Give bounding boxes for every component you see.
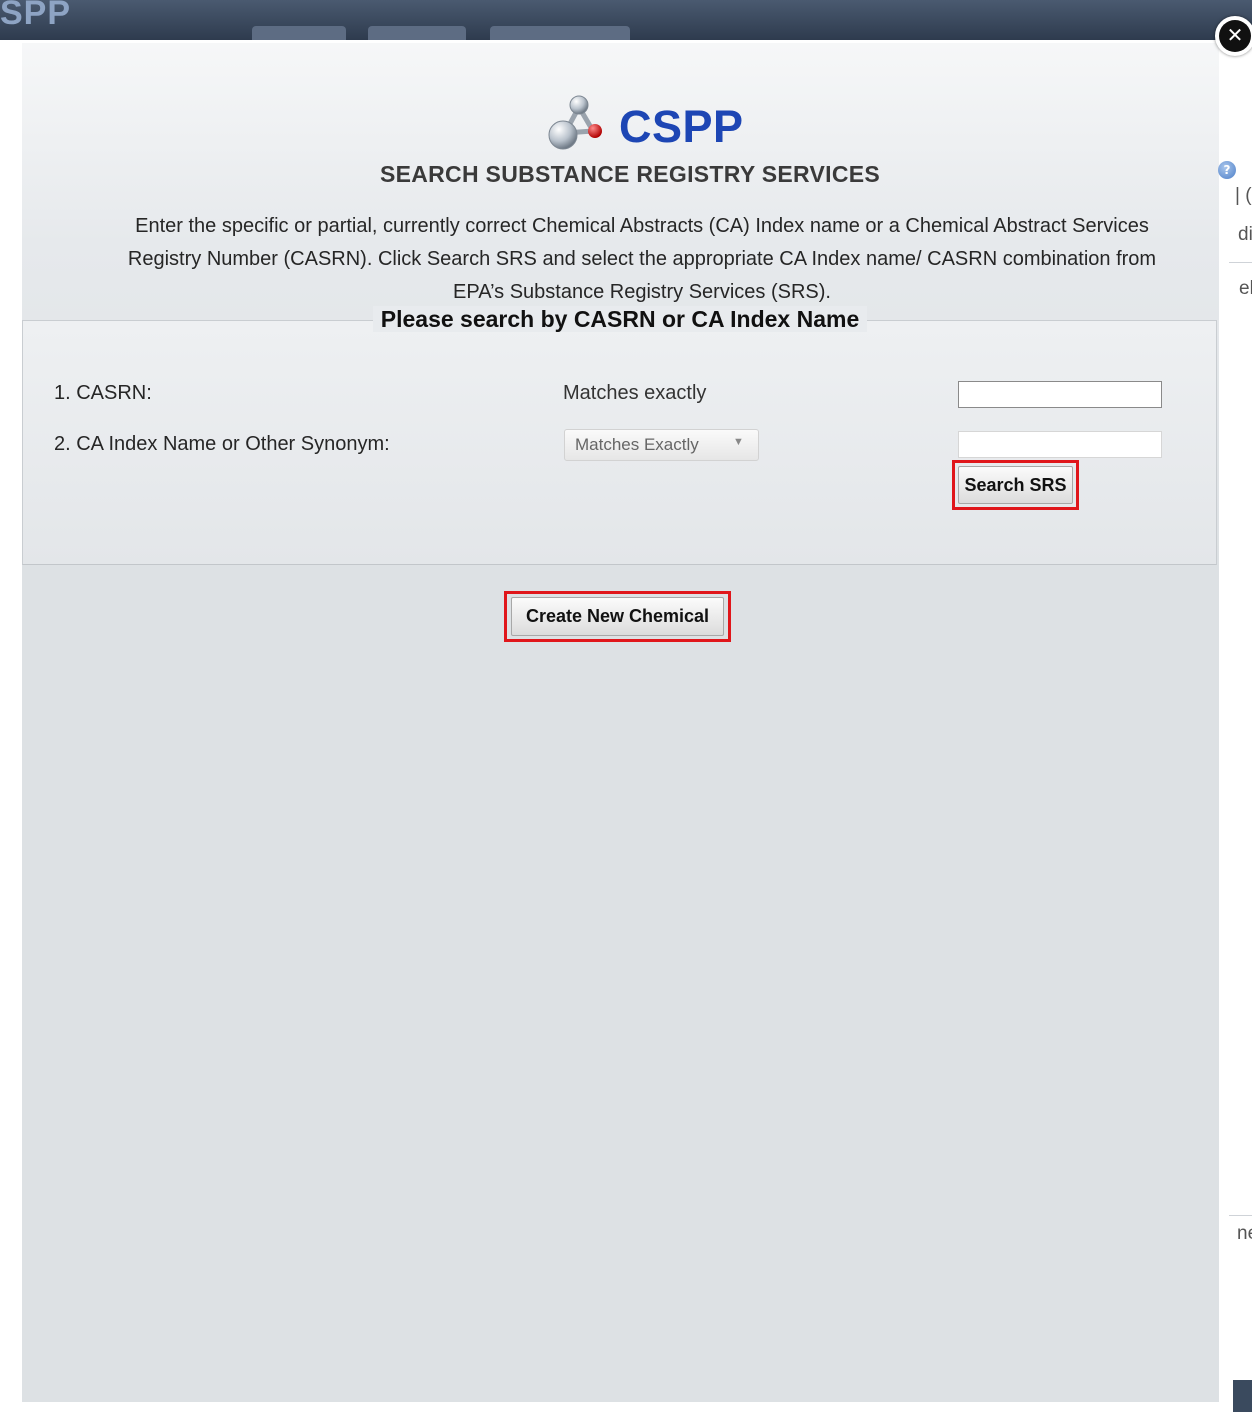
background-page-edge: | ( di el ne	[1219, 40, 1252, 1412]
search-srs-dialog: CSPP SEARCH SUBSTANCE REGISTRY SERVICES …	[22, 43, 1236, 1402]
close-dialog-button[interactable]: ✕	[1215, 16, 1252, 56]
dialog-title: SEARCH SUBSTANCE REGISTRY SERVICES	[379, 161, 881, 187]
help-question-icon[interactable]: ?	[1218, 161, 1236, 179]
create-new-chemical-button[interactable]: Create New Chemical	[511, 597, 724, 636]
instructions-line: Enter the specific or partial, currently…	[135, 215, 1149, 237]
background-app-logo: SPP	[0, 0, 72, 32]
instructions-line: EPA’s Substance Registry Services (SRS).	[453, 281, 831, 303]
chevron-down-icon: ▼	[733, 436, 744, 448]
instructions-line: Registry Number (CASRN). Click Search SR…	[127, 248, 1157, 270]
background-divider	[1229, 1215, 1252, 1216]
background-tab	[490, 26, 630, 40]
ca-index-label: 2. CA Index Name or Other Synonym:	[54, 433, 390, 455]
background-text-fragment: di	[1238, 224, 1252, 245]
search-fieldset-legend: Please search by CASRN or CA Index Name	[0, 306, 1240, 333]
background-top-bar: SPP	[0, 0, 1252, 40]
casrn-match-text: Matches exactly	[563, 382, 707, 404]
search-legend-text: Please search by CASRN or CA Index Name	[372, 306, 868, 332]
background-text-fragment: el	[1239, 278, 1252, 299]
ca-index-match-value: Matches Exactly	[575, 435, 699, 454]
brand-name: CSPP	[619, 101, 744, 152]
close-circle-icon: ✕	[1219, 20, 1251, 52]
background-tab	[368, 26, 466, 40]
ca-index-input[interactable]	[958, 431, 1162, 458]
casrn-label: 1. CASRN:	[54, 382, 152, 404]
background-text-fragment: | (	[1235, 185, 1252, 206]
casrn-input[interactable]	[958, 381, 1162, 408]
molecule-icon	[548, 95, 602, 150]
background-text-fragment: ne	[1237, 1223, 1252, 1244]
background-scroll-edge	[1233, 1380, 1252, 1412]
instructions-text: Enter the specific or partial, currently…	[62, 210, 1222, 309]
ca-index-match-select[interactable]: Matches Exactly ▼	[564, 429, 759, 461]
background-divider	[1229, 262, 1252, 263]
search-srs-button[interactable]: Search SRS	[958, 466, 1073, 504]
background-tab	[252, 26, 346, 40]
screen: SPP | ( di el ne	[0, 0, 1252, 1412]
